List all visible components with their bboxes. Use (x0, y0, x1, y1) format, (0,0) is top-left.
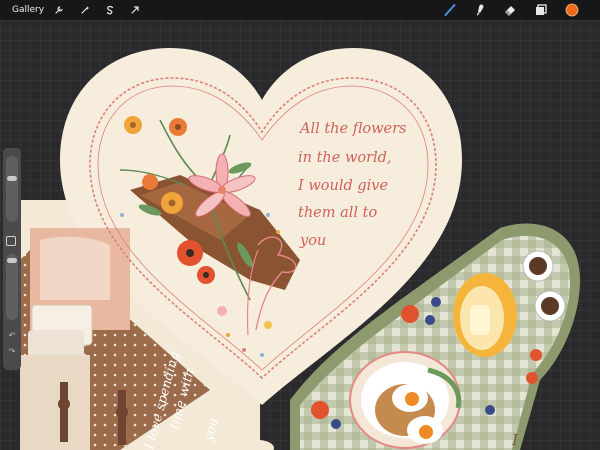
color-swatch[interactable] (563, 0, 581, 20)
undo-icon[interactable]: ↶ (7, 332, 17, 340)
side-toolbar: ↶ ↷ (3, 148, 21, 370)
magic-wand-icon[interactable] (78, 0, 92, 20)
drawing-canvas[interactable]: I love spending time with you All the fl… (0, 20, 600, 450)
brush-size-slider[interactable] (6, 156, 18, 222)
opacity-handle[interactable] (7, 258, 17, 263)
gallery-button[interactable]: Gallery (12, 0, 44, 20)
artwork: I love spending time with you All the fl… (20, 48, 580, 450)
modify-button[interactable] (6, 236, 16, 246)
brush-size-handle[interactable] (7, 176, 17, 181)
smudge-icon[interactable] (471, 0, 489, 20)
wrench-icon[interactable] (52, 0, 66, 20)
right-card-text: I (511, 431, 519, 449)
brush-icon[interactable] (441, 0, 459, 20)
top-toolbar: Gallery (0, 0, 600, 20)
redo-icon[interactable]: ↷ (7, 348, 17, 356)
eraser-icon[interactable] (501, 0, 519, 20)
heart-quote-line-1: All the flowers (298, 121, 406, 137)
selection-icon[interactable] (103, 0, 117, 20)
transform-arrow-icon[interactable] (128, 0, 142, 20)
heart-quote-line-3: I would give (297, 178, 388, 194)
heart-quote-line-4: them all to (298, 205, 377, 221)
heart-quote-line-5: you (299, 233, 326, 249)
layers-icon[interactable] (532, 0, 550, 20)
opacity-slider[interactable] (6, 254, 18, 320)
heart-quote-line-2: in the world, (298, 150, 392, 166)
